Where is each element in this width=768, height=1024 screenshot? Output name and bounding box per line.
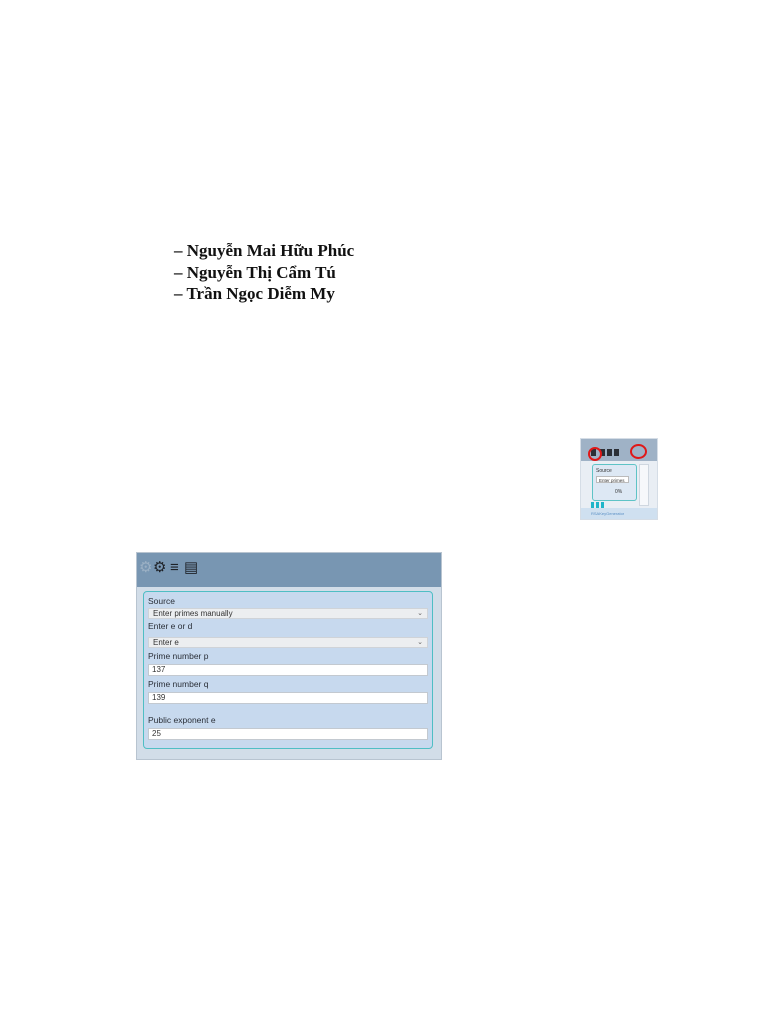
prime-p-input[interactable]: 137 xyxy=(148,664,428,676)
source-select[interactable]: Enter primes manually ⌄ xyxy=(148,608,428,619)
author-name: – Trần Ngọc Diễm My xyxy=(174,284,335,303)
highlight-circle xyxy=(588,447,602,461)
prime-q-input[interactable]: 139 xyxy=(148,692,428,704)
chevron-down-icon: ⌄ xyxy=(417,610,423,617)
author-name: – Nguyễn Thị Cẩm Tú xyxy=(174,262,336,282)
author-name: – Nguyễn Mai Hữu Phúc xyxy=(174,241,355,260)
settings-icon[interactable]: ⚙ xyxy=(153,560,166,575)
clipboard-icon xyxy=(607,449,612,456)
thumbnail-scrollbar xyxy=(639,464,649,506)
thumbnail-source-select: Enter primes xyxy=(596,476,629,483)
rsa-component-thumbnail: Source Enter primes 0% RSAKeyGenerator xyxy=(580,438,658,520)
highlight-circle xyxy=(630,444,647,459)
chevron-down-icon: ⌄ xyxy=(417,639,423,646)
panel-header: ⚙ ⚙ ≡ ▤ xyxy=(137,553,441,587)
clipboard-icon[interactable]: ▤ xyxy=(184,560,198,575)
gear-icon[interactable]: ⚙ xyxy=(139,560,153,575)
prime-q-label: Prime number q xyxy=(148,679,209,689)
e-or-d-label: Enter e or d xyxy=(148,621,193,631)
thumbnail-footer: RSAKeyGenerator xyxy=(581,508,657,519)
prime-p-label: Prime number p xyxy=(148,651,209,661)
source-select-value: Enter primes manually xyxy=(153,609,233,618)
thumbnail-settings-box: Source Enter primes 0% xyxy=(592,464,637,501)
rsa-settings-panel: ⚙ ⚙ ≡ ▤ Source Enter primes manually ⌄ E… xyxy=(136,552,442,760)
thumbnail-progress: 0% xyxy=(615,489,623,495)
e-or-d-select-value: Enter e xyxy=(153,638,179,647)
help-icon xyxy=(614,449,619,456)
e-or-d-select[interactable]: Enter e ⌄ xyxy=(148,637,428,648)
public-exponent-label: Public exponent e xyxy=(148,715,216,725)
public-exponent-input[interactable]: 25 xyxy=(148,728,428,740)
list-icon[interactable]: ≡ xyxy=(170,560,179,575)
thumbnail-source-label: Source xyxy=(596,468,612,474)
settings-form: Source Enter primes manually ⌄ Enter e o… xyxy=(143,591,433,749)
author-list: – Nguyễn Mai Hữu Phúc – Nguyễn Thị Cẩm T… xyxy=(174,240,354,305)
source-label: Source xyxy=(148,596,175,606)
